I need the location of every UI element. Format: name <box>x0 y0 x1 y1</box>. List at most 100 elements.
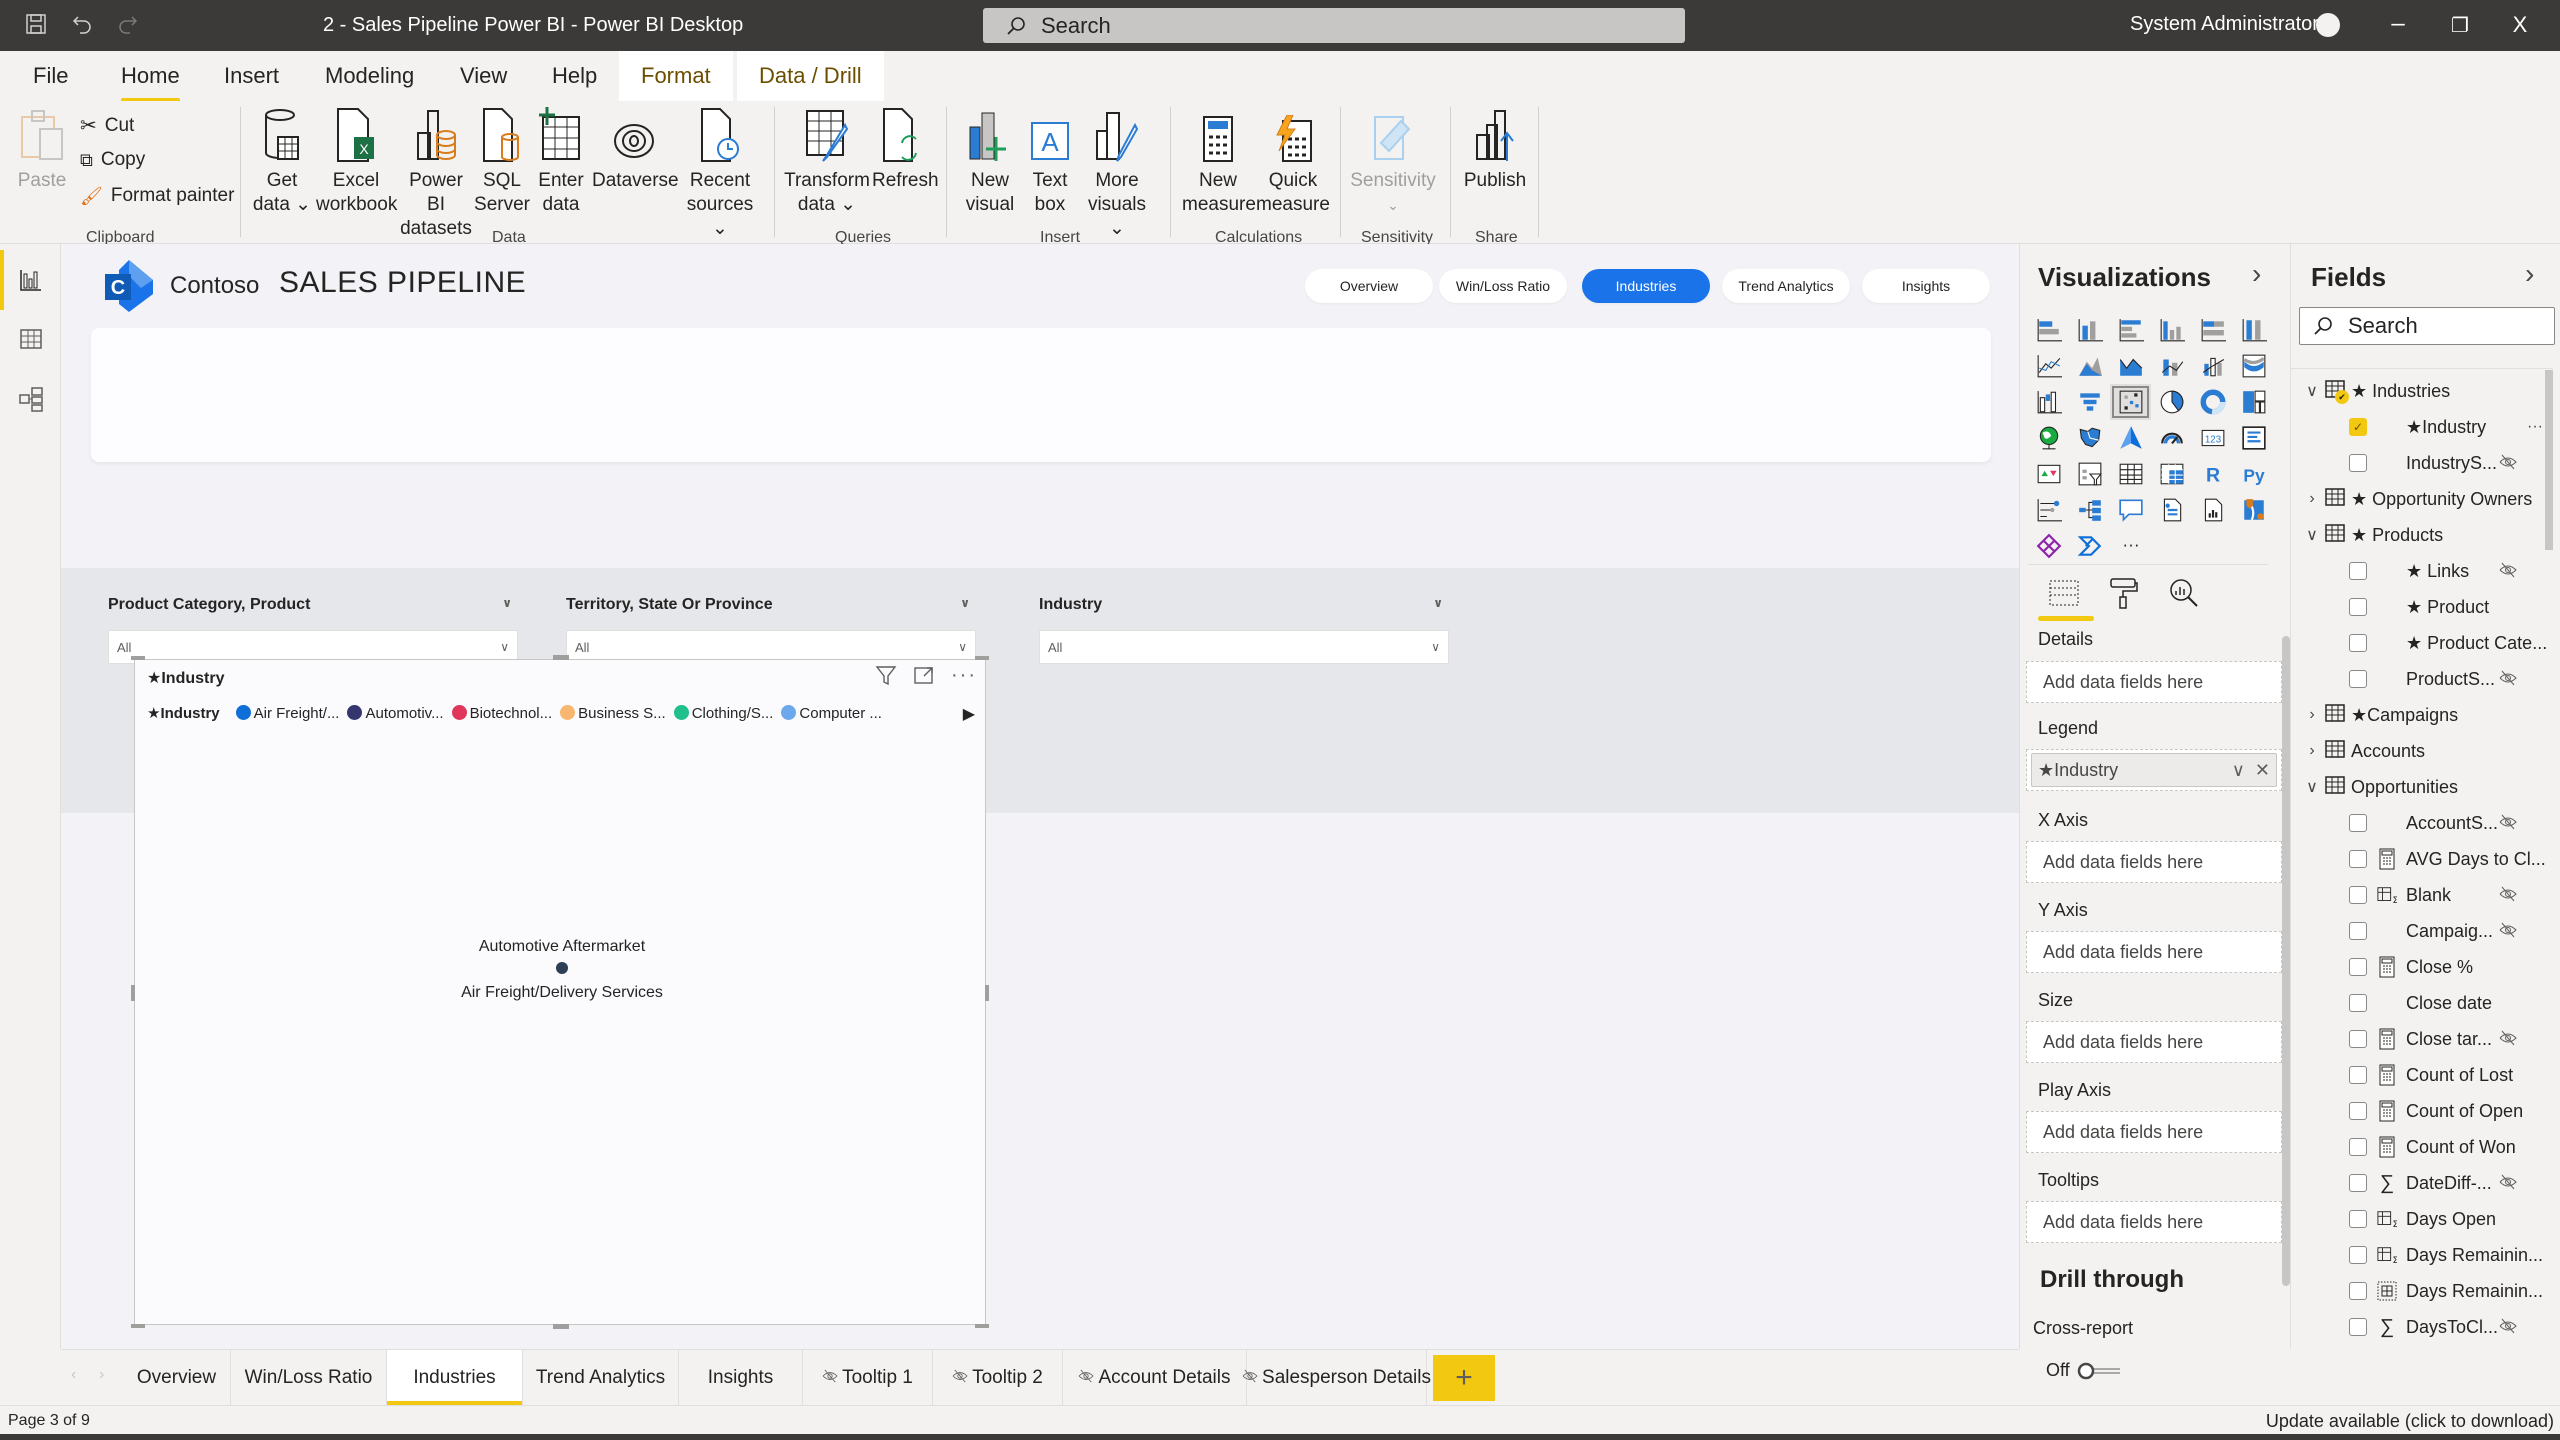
close-button[interactable]: X <box>2500 12 2540 38</box>
python-visual-icon[interactable]: Py <box>2233 456 2274 492</box>
analytics-tab[interactable] <box>2154 573 2214 613</box>
model-view-button[interactable] <box>0 369 61 429</box>
field-table-accounts[interactable]: › Accounts <box>2291 733 2553 769</box>
save-icon[interactable] <box>24 12 48 43</box>
clustered-bar-icon[interactable] <box>2110 312 2151 348</box>
field-checkbox[interactable] <box>2349 1174 2367 1192</box>
stacked-bar-icon[interactable] <box>2028 312 2069 348</box>
legend-item[interactable]: Air Freight/... <box>235 704 339 722</box>
chevron-down-icon[interactable]: ∨ <box>2303 525 2321 545</box>
next-page-arrow-icon[interactable]: › <box>99 1366 104 1384</box>
refresh-button[interactable]: Refresh <box>872 107 939 217</box>
field-item[interactable]: Σ Blank <box>2291 877 2553 913</box>
data-view-button[interactable] <box>0 309 61 369</box>
100-stacked-column-icon[interactable] <box>2233 312 2274 348</box>
tab-file[interactable]: File <box>33 63 68 101</box>
card-icon[interactable]: 123 <box>2192 420 2233 456</box>
collapse-fields-chevron-icon[interactable]: › <box>2525 258 2534 290</box>
more-visuals-icon[interactable]: ··· <box>2110 528 2151 564</box>
dataverse-button[interactable]: Dataverse <box>592 107 679 193</box>
field-checkbox[interactable] <box>2349 1318 2367 1336</box>
smart-narrative-icon[interactable] <box>2151 492 2192 528</box>
text-box-button[interactable]: A Text box <box>1022 107 1078 217</box>
field-item[interactable]: ★ Links <box>2291 553 2553 589</box>
field-checkbox[interactable] <box>2349 850 2367 868</box>
stacked-column-icon[interactable] <box>2069 312 2110 348</box>
field-checkbox[interactable] <box>2349 1066 2367 1084</box>
fields-search-input[interactable]: Search <box>2299 307 2555 345</box>
chevron-down-icon[interactable]: ∨ <box>2232 760 2245 781</box>
clustered-column-icon[interactable] <box>2151 312 2192 348</box>
pie-chart-icon[interactable] <box>2151 384 2192 420</box>
enter-data-button[interactable]: Enter data <box>536 107 586 217</box>
tab-help[interactable]: Help <box>552 63 597 101</box>
field-table-opportunities[interactable]: ∨ Opportunities <box>2291 769 2553 805</box>
update-available-link[interactable]: Update available (click to download) <box>2266 1411 2554 1432</box>
tab-view[interactable]: View <box>460 63 507 101</box>
legend-field-chip[interactable]: ★Industry ∨ ✕ <box>2031 753 2277 787</box>
key-influencers-icon[interactable] <box>2028 492 2069 528</box>
map-icon[interactable] <box>2028 420 2069 456</box>
field-table-campaigns[interactable]: › ★Campaigns <box>2291 697 2553 733</box>
field-checkbox[interactable] <box>2349 1210 2367 1228</box>
field-item[interactable]: ∑ DateDiff-... <box>2291 1165 2553 1201</box>
format-painter-button[interactable]: 🖌 Format painter <box>80 185 234 207</box>
multi-row-card-icon[interactable] <box>2233 420 2274 456</box>
treemap-icon[interactable] <box>2233 384 2274 420</box>
field-item[interactable]: Close % <box>2291 949 2553 985</box>
details-well[interactable]: Add data fields here <box>2026 661 2282 703</box>
field-item[interactable]: Count of Lost <box>2291 1057 2553 1093</box>
legend-next-arrow-icon[interactable]: ▶ <box>963 704 975 724</box>
slicer-icon[interactable] <box>2069 456 2110 492</box>
scatter-chart-icon[interactable] <box>2110 384 2151 420</box>
paginated-report-icon[interactable] <box>2192 492 2233 528</box>
scatter-point[interactable] <box>556 962 568 974</box>
tab-format[interactable]: Format <box>619 51 733 101</box>
field-checkbox[interactable] <box>2349 958 2367 976</box>
nav-industries[interactable]: Industries <box>1582 269 1710 303</box>
field-checkbox[interactable] <box>2349 1282 2367 1300</box>
legend-item[interactable]: Clothing/S... <box>673 704 773 722</box>
transform-data-button[interactable]: Transform data ⌄ <box>784 107 870 217</box>
decomposition-tree-icon[interactable] <box>2069 492 2110 528</box>
filled-map-icon[interactable] <box>2069 420 2110 456</box>
nav-insights[interactable]: Insights <box>1862 269 1990 303</box>
scatter-chart-visual[interactable]: ★Industry ··· ★Industry Air Freight/... A… <box>131 655 989 1329</box>
field-checkbox[interactable] <box>2349 1030 2367 1048</box>
more-options-icon[interactable]: ··· <box>2527 418 2543 436</box>
viz-pane-scrollbar[interactable] <box>2282 636 2290 1286</box>
field-item[interactable]: ProductS... <box>2291 661 2553 697</box>
x-axis-well[interactable]: Add data fields here <box>2026 841 2282 883</box>
tab-home[interactable]: Home <box>121 63 180 103</box>
user-name[interactable]: System Administrator <box>2130 13 2319 36</box>
redo-icon[interactable] <box>116 12 140 43</box>
filter-icon[interactable] <box>875 664 897 692</box>
legend-item[interactable]: Computer ... <box>781 704 882 722</box>
nav-trend-analytics[interactable]: Trend Analytics <box>1722 269 1850 303</box>
get-data-button[interactable]: Get data ⌄ <box>252 107 312 217</box>
funnel-icon[interactable] <box>2069 384 2110 420</box>
legend-item[interactable]: Automotiv... <box>347 704 444 722</box>
legend-well[interactable]: ★Industry ∨ ✕ <box>2026 749 2282 791</box>
field-item[interactable]: Σ Days Open <box>2291 1201 2553 1237</box>
field-item[interactable]: ∑ DaysToCl... <box>2291 1309 2553 1345</box>
page-tab-insights[interactable]: Insights <box>679 1350 803 1406</box>
r-visual-icon[interactable]: R <box>2192 456 2233 492</box>
add-page-button[interactable]: + <box>1433 1355 1495 1401</box>
chevron-down-icon[interactable]: ∨ <box>502 596 512 614</box>
field-item[interactable]: Days Remainin... <box>2291 1273 2553 1309</box>
minimize-button[interactable]: – <box>2378 10 2418 38</box>
field-table-products[interactable]: ∨ ★ Products <box>2291 517 2553 553</box>
remove-field-icon[interactable]: ✕ <box>2255 760 2270 781</box>
copy-button[interactable]: ⧉ Copy <box>80 149 145 171</box>
qna-icon[interactable] <box>2110 492 2151 528</box>
field-item[interactable]: ★ Product Cate... <box>2291 625 2553 661</box>
chevron-right-icon[interactable]: › <box>2303 742 2321 760</box>
field-table-opportunityowners[interactable]: › ★ Opportunity Owners <box>2291 481 2553 517</box>
restore-button[interactable]: ❐ <box>2440 13 2480 38</box>
page-tab-tooltip-2[interactable]: Tooltip 2 <box>933 1350 1063 1406</box>
field-checkbox[interactable] <box>2349 886 2367 904</box>
chevron-down-icon[interactable]: ∨ <box>960 596 970 614</box>
tab-insert[interactable]: Insert <box>224 63 279 101</box>
quick-measure-button[interactable]: Quick measure <box>1256 107 1330 217</box>
